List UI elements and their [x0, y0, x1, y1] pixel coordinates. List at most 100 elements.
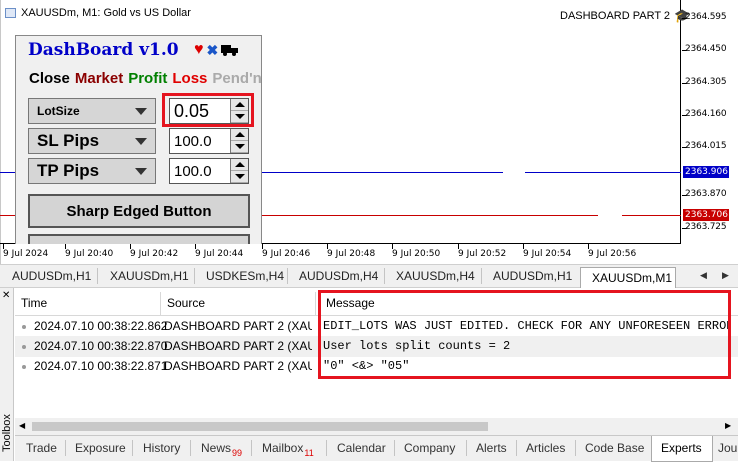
log-time: 2024.07.10 00:38:22.871 — [34, 359, 168, 373]
mailbox-badge: 11 — [304, 448, 314, 458]
chart-title-text: XAUUSDm, M1: Gold vs US Dollar — [21, 7, 191, 19]
toolbox-tabs: Trade Exposure History News99 Mailbox11 … — [15, 435, 738, 462]
lotsize-label: LotSize — [37, 104, 80, 118]
tab-news[interactable]: News99 — [201, 441, 243, 458]
sl-decrease-button[interactable] — [231, 141, 248, 153]
chart-tab-active[interactable]: XAUUSDm,M1 — [580, 267, 676, 289]
bid-price-label: 2363.906 — [683, 166, 729, 178]
tab-experts[interactable]: Experts — [651, 436, 713, 462]
lotsize-dropdown[interactable]: LotSize — [28, 98, 156, 124]
tp-increase-button[interactable] — [231, 159, 248, 171]
horizontal-scrollbar[interactable]: ◀ ▶ — [15, 418, 738, 435]
price-label: 2364.305 — [685, 77, 727, 87]
sl-increase-button[interactable] — [231, 129, 248, 141]
arrow-down-icon — [234, 174, 245, 179]
experts-log[interactable]: Time Source Message 2024.07.10 00:38:22.… — [15, 288, 738, 438]
scroll-right-icon[interactable]: ▶ — [722, 270, 729, 281]
tab-exposure[interactable]: Exposure — [75, 441, 126, 455]
scroll-right-icon[interactable]: ▶ — [725, 421, 731, 430]
tp-pips-value[interactable]: 100.0 — [170, 163, 230, 180]
tab-mailbox[interactable]: Mailbox11 — [262, 441, 314, 458]
tab-alerts[interactable]: Alerts — [476, 441, 507, 455]
tab-profit[interactable]: Profit — [128, 70, 167, 87]
tp-spin-buttons — [230, 159, 248, 183]
second-button[interactable] — [28, 234, 250, 244]
tab-loss[interactable]: Loss — [172, 70, 207, 87]
tab-news-label: News — [201, 441, 232, 455]
close-icon[interactable]: ✕ — [2, 290, 10, 301]
log-time: 2024.07.10 00:38:22.870 — [34, 339, 168, 353]
sl-pips-dropdown[interactable]: SL Pips — [28, 128, 156, 154]
time-label: 9 Jul 20:46 — [262, 249, 311, 259]
chevron-down-icon — [135, 137, 147, 145]
toolbox-label[interactable]: Toolbox — [1, 414, 13, 452]
tools-icon[interactable]: ✖ — [207, 42, 219, 58]
price-label: 2363.725 — [685, 222, 727, 232]
tab-mailbox-label: Mailbox — [262, 441, 304, 455]
arrow-up-icon — [234, 162, 245, 167]
tab-market[interactable]: Market — [75, 70, 123, 87]
scroll-left-icon[interactable]: ◀ — [19, 421, 25, 430]
tab-company[interactable]: Company — [404, 441, 455, 455]
column-time[interactable]: Time — [21, 296, 47, 310]
tab-divider — [65, 440, 66, 456]
tab-history[interactable]: History — [143, 441, 180, 455]
chart-tab[interactable]: USDKESm,H4 — [206, 269, 284, 283]
tab-calendar[interactable]: Calendar — [337, 441, 386, 455]
expert-advisor-label[interactable]: DASHBOARD PART 2 🎓 — [560, 8, 690, 24]
tp-pips-dropdown[interactable]: TP Pips — [28, 158, 156, 184]
ask-price-label: 2363.706 — [683, 209, 729, 221]
time-axis[interactable]: 9 Jul 2024 9 Jul 20:40 9 Jul 20:42 9 Jul… — [0, 244, 682, 264]
chart-tabs-bar: AUDUSDm,H1 XAUUSDm,H1 USDKESm,H4 AUDUSDm… — [0, 264, 738, 289]
tab-divider — [287, 268, 288, 284]
chart-tab[interactable]: XAUUSDm,H1 — [110, 269, 189, 283]
tab-divider — [132, 440, 133, 456]
tab-trade[interactable]: Trade — [26, 441, 57, 455]
message-highlight — [318, 290, 731, 379]
sl-pips-stepper[interactable]: 100.0 — [169, 128, 249, 154]
dashboard-panel[interactable]: DashBoard v1.0 ♥ ✖ Close Market Profit L… — [15, 35, 262, 244]
chart-tab[interactable]: AUDUSDm,H1 — [493, 269, 572, 283]
log-source: DASHBOARD PART 2 (XAU... — [164, 319, 312, 333]
tab-articles[interactable]: Articles — [526, 441, 565, 455]
chevron-down-icon — [135, 167, 147, 175]
price-label: 2364.595 — [685, 12, 727, 22]
dashboard-icons: ♥ ✖ — [194, 42, 239, 58]
price-label: 2364.160 — [685, 109, 727, 119]
scrollbar-thumb[interactable] — [32, 422, 488, 431]
tp-decrease-button[interactable] — [231, 171, 248, 183]
chart-tab[interactable]: XAUUSDm,H4 — [396, 269, 475, 283]
column-divider[interactable] — [160, 292, 161, 316]
tab-journal[interactable]: Jou — [718, 441, 737, 455]
sharp-edged-button[interactable]: Sharp Edged Button — [28, 194, 250, 228]
tab-divider — [326, 440, 327, 456]
heart-icon[interactable]: ♥ — [194, 42, 204, 58]
sl-pips-value[interactable]: 100.0 — [170, 133, 230, 150]
tp-pips-label: TP Pips — [37, 161, 100, 180]
truck-icon[interactable] — [221, 43, 239, 57]
tab-divider — [384, 268, 385, 284]
chart-window[interactable]: XAUUSDm, M1: Gold vs US Dollar DASHBOARD… — [0, 0, 738, 264]
time-label: 9 Jul 20:40 — [65, 249, 114, 259]
tab-divider — [466, 440, 467, 456]
price-axis[interactable]: 2364.595 2364.450 2364.305 2364.160 2364… — [682, 0, 738, 244]
tp-pips-stepper[interactable]: 100.0 — [169, 158, 249, 184]
sl-pips-label: SL Pips — [37, 131, 100, 150]
dashboard-tabs: Close Market Profit Loss Pend'n — [29, 70, 261, 87]
column-source[interactable]: Source — [167, 296, 205, 310]
log-source: DASHBOARD PART 2 (XAU... — [164, 339, 312, 353]
news-badge: 99 — [232, 448, 243, 458]
info-dot-icon — [22, 365, 26, 369]
chart-window-icon — [5, 8, 16, 18]
chart-title: XAUUSDm, M1: Gold vs US Dollar — [5, 7, 191, 19]
tab-pending[interactable]: Pend'n — [212, 70, 261, 87]
tab-close[interactable]: Close — [29, 70, 70, 87]
tab-divider — [97, 268, 98, 284]
tab-code-base[interactable]: Code Base — [585, 441, 644, 455]
time-label: 9 Jul 2024 — [3, 249, 49, 259]
scroll-left-icon[interactable]: ◀ — [700, 270, 707, 281]
time-label: 9 Jul 20:52 — [458, 249, 507, 259]
column-divider[interactable] — [315, 292, 316, 316]
chart-tab[interactable]: AUDUSDm,H1 — [12, 269, 91, 283]
chart-tab[interactable]: AUDUSDm,H4 — [299, 269, 378, 283]
